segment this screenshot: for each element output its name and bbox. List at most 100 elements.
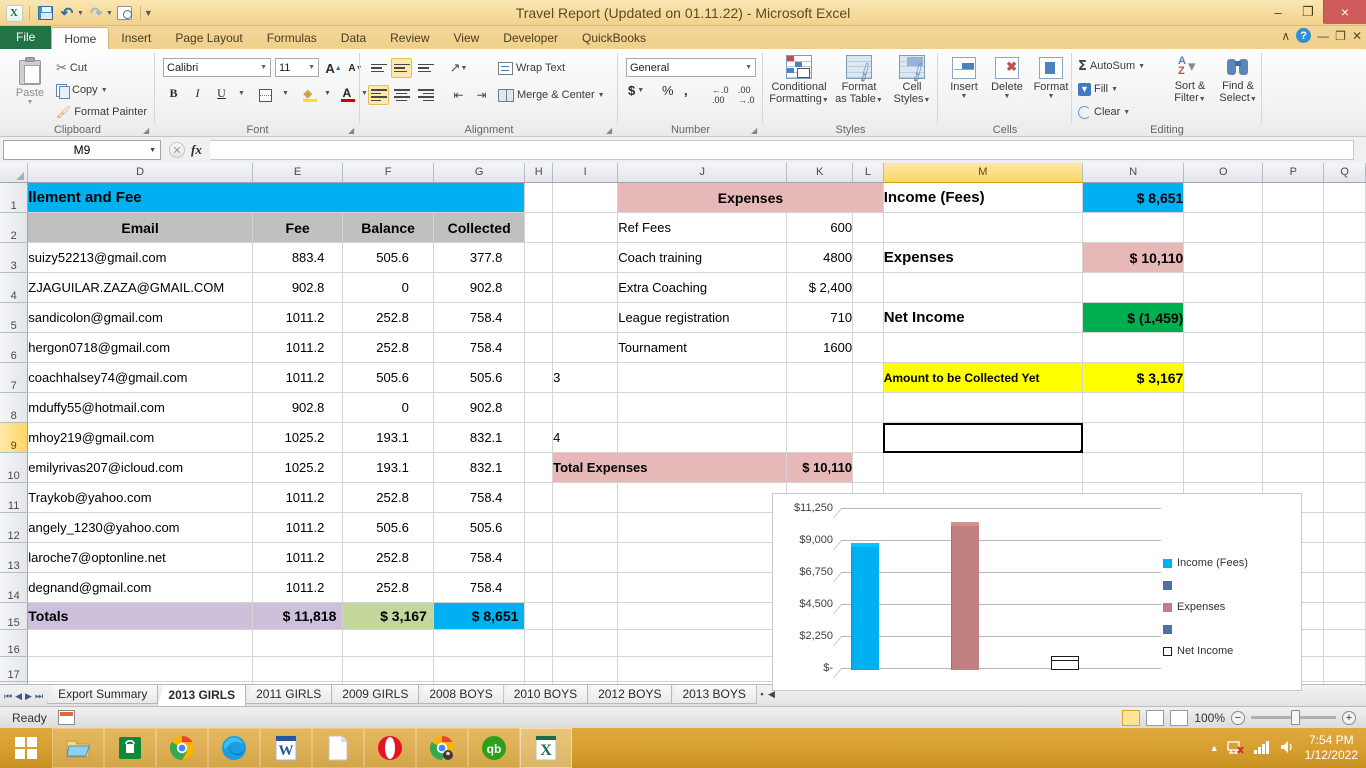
cell-M4[interactable] [883,272,1084,303]
cell-fee[interactable]: 883.4 [252,242,344,273]
column-header-D[interactable]: D [27,163,253,183]
cell-H13[interactable] [524,542,554,573]
cell-styles-button[interactable]: 🖌 Cell Styles▼ [889,55,935,107]
cell-collected[interactable]: 832.1 [433,422,526,453]
cell-H8[interactable] [524,392,554,423]
cell-P9[interactable] [1262,422,1325,453]
ribbon-tab-home[interactable]: Home [51,27,110,49]
format-as-table-button[interactable]: 🖌 Format as Table▼ [833,55,885,107]
total-expenses-amount[interactable]: $ 10,110 [786,452,854,483]
copy-button[interactable]: Copy ▼ [56,81,108,99]
cell-email[interactable]: mduffy55@hotmail.com [27,392,253,423]
cell-balance[interactable]: 0 [342,392,434,423]
cell-balance[interactable]: 252.8 [342,542,434,573]
cell-I6[interactable] [552,332,619,363]
cell-email[interactable]: coachhalsey74@gmail.com [27,362,253,393]
cell-M6[interactable] [883,332,1084,363]
cell-fee[interactable]: 1025.2 [252,452,344,483]
font-size-select[interactable]: 11 ▼ [275,58,319,77]
cell-G16[interactable] [433,629,526,657]
restore-button[interactable]: ❐ [1293,1,1323,23]
cell-I16[interactable] [552,629,619,657]
cell-J8[interactable] [617,392,788,423]
cell-I11[interactable] [552,482,619,513]
cell-email[interactable]: emilyrivas207@icloud.com [27,452,253,483]
clock[interactable]: 7:54 PM 1/12/2022 [1305,733,1358,763]
cell-L10[interactable] [852,452,884,483]
start-button[interactable] [0,728,52,768]
cell-email[interactable]: angely_1230@yahoo.com [27,512,253,543]
copy-dropdown-icon[interactable]: ▼ [101,87,108,94]
column-header-I[interactable]: I [552,163,619,183]
row-header-5[interactable]: 5 [0,302,29,333]
sheet-tab-export-summary[interactable]: Export Summary [47,685,159,704]
cell-Q7[interactable] [1323,362,1366,393]
cell-L3[interactable] [852,242,884,273]
expense-name[interactable]: Ref Fees [617,212,788,243]
expenses-label[interactable]: Expenses [883,242,1084,273]
cell-email[interactable]: hergon0718@gmail.com [27,332,253,363]
paste-button[interactable]: Paste ▼ [8,57,52,106]
cell-M10[interactable] [883,452,1084,483]
cell-O9[interactable] [1183,422,1264,453]
font-dialog-launcher[interactable]: ◢ [348,126,357,135]
cell-J9[interactable] [617,422,788,453]
ribbon-tab-file[interactable]: File [0,26,52,49]
cell-D16[interactable] [27,629,253,657]
cell-Q10[interactable] [1323,452,1366,483]
sheet-tab-2013-girls[interactable]: 2013 GIRLS [157,685,247,706]
cell-H7[interactable] [524,362,554,393]
cell-H6[interactable] [524,332,554,363]
cell-fee[interactable]: 1011.2 [252,482,344,513]
cell-O3[interactable] [1183,242,1264,273]
cell-P6[interactable] [1262,332,1325,363]
page-break-view-button[interactable] [1170,709,1189,726]
cell-collected[interactable]: 902.8 [433,392,526,423]
find-select-button[interactable]: Find & Select▼ [1216,55,1260,106]
insert-dropdown-icon[interactable]: ▼ [961,93,968,100]
expense-marker[interactable]: 4 [552,422,619,453]
cell-fee[interactable]: 902.8 [252,392,344,423]
cell-collected[interactable]: 758.4 [433,332,526,363]
cell-I13[interactable] [552,542,619,573]
accounting-dropdown-icon[interactable]: ▼ [637,87,644,94]
sheet-tab-2013-boys[interactable]: 2013 BOYS [671,685,757,704]
excel-icon[interactable]: X [520,728,572,768]
cell-H16[interactable] [524,629,554,657]
cell-collected[interactable]: 758.4 [433,302,526,333]
wrap-text-button[interactable]: Wrap Text [498,59,565,77]
help-icon[interactable]: ? [1296,28,1312,43]
cell-K8[interactable] [786,392,854,423]
ribbon-tab-review[interactable]: Review [378,27,441,49]
cell-collected[interactable]: 758.4 [433,542,526,573]
banner-title[interactable]: llement and Fee [27,182,526,213]
cell-collected[interactable]: 902.8 [433,272,526,303]
cell-P1[interactable] [1262,182,1325,213]
format-dropdown-icon[interactable]: ▼ [1048,93,1055,100]
cell-I15[interactable] [552,602,619,630]
cell-balance[interactable]: 252.8 [342,482,434,513]
normal-view-button[interactable] [1122,709,1141,726]
ribbon-tab-insert[interactable]: Insert [109,27,163,49]
cell-email[interactable]: laroche7@optonline.net [27,542,253,573]
format-painter-button[interactable]: 🖌 Format Painter [56,103,147,121]
last-sheet-icon[interactable]: ⏭ [35,691,43,702]
zoom-slider[interactable] [1251,710,1336,725]
totals-label[interactable]: Totals [27,602,253,630]
column-header-H[interactable]: H [524,163,554,183]
header-collected[interactable]: Collected [433,212,526,243]
expense-amount[interactable]: 4800 [786,242,854,273]
cell-E17[interactable] [252,656,344,682]
cell-Q17[interactable] [1323,656,1366,682]
cell-Q12[interactable] [1323,512,1366,543]
column-header-O[interactable]: O [1183,163,1264,183]
fill-dropdown-icon[interactable]: ▼ [1111,86,1118,93]
restore-workbook-icon[interactable]: ❐ [1335,29,1346,43]
font-name-select[interactable]: Calibri ▼ [163,58,271,77]
sheet-tab-2010-boys[interactable]: 2010 BOYS [502,685,589,704]
cell-fee[interactable]: 1025.2 [252,422,344,453]
cell-Q14[interactable] [1323,572,1366,603]
row-header-8[interactable]: 8 [0,392,29,423]
file-explorer-icon[interactable] [52,728,104,768]
cell-P3[interactable] [1262,242,1325,273]
